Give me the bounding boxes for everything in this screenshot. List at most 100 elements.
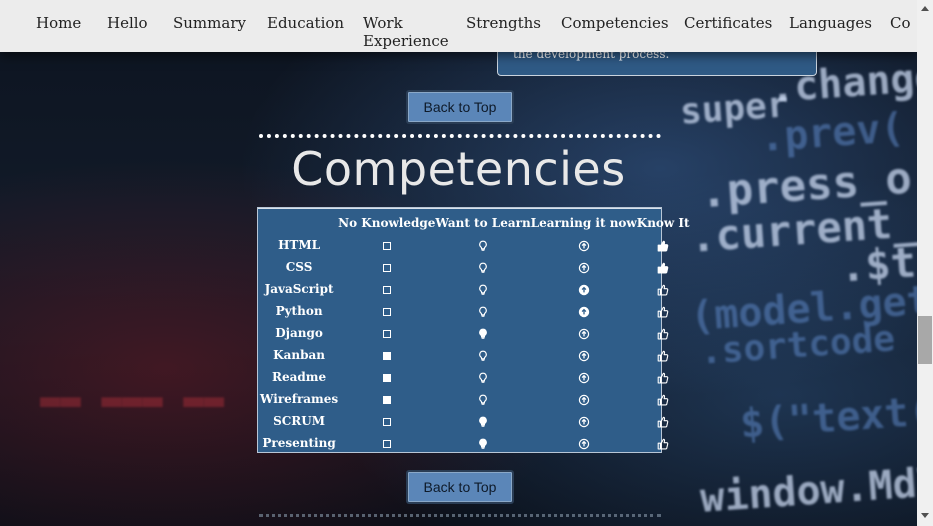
no-knowledge-icon — [382, 307, 391, 316]
nav-education[interactable]: Education — [267, 14, 344, 32]
no-knowledge-icon — [382, 351, 391, 360]
skill-name: Django — [275, 326, 323, 340]
table-row: Kanban — [260, 344, 690, 366]
level-cell — [637, 432, 690, 454]
table-row: JavaScript — [260, 278, 690, 300]
level-cell — [435, 432, 530, 454]
skill-name: JavaScript — [264, 282, 334, 296]
section-divider — [259, 134, 661, 138]
level-cell — [435, 322, 530, 344]
level-cell — [338, 234, 435, 256]
bg-code-line: window.MdTogg — [698, 454, 917, 522]
lightbulb-icon — [479, 372, 487, 383]
nav-strengths[interactable]: Strengths — [466, 14, 541, 32]
lightbulb-icon — [479, 394, 487, 405]
header-know-it: Know It — [636, 216, 690, 230]
level-cell — [531, 366, 637, 388]
nav-work-experience[interactable]: Work Experience — [363, 14, 449, 50]
level-cell — [435, 366, 530, 388]
thumbs-up-icon — [657, 372, 669, 384]
skill-name: HTML — [278, 238, 321, 252]
level-cell — [531, 432, 637, 454]
nav-home[interactable]: Home — [36, 14, 81, 32]
scroll-down-icon[interactable] — [921, 513, 929, 518]
thumbs-up-icon — [657, 394, 669, 406]
thumbs-up-icon — [657, 350, 669, 362]
skill-name: Kanban — [273, 348, 325, 362]
arrow-circle-up-icon — [578, 240, 589, 251]
level-cell — [435, 410, 530, 432]
thumbs-up-icon — [657, 284, 669, 296]
arrow-circle-up-icon — [578, 284, 589, 295]
nav-competencies[interactable]: Competencies — [561, 14, 669, 32]
arrow-circle-up-icon — [578, 372, 589, 383]
level-cell — [338, 410, 435, 432]
nav-hello[interactable]: Hello — [107, 14, 148, 32]
header-learning-now: Learning it now — [530, 216, 637, 230]
table-row: Readme — [260, 366, 690, 388]
level-cell — [637, 234, 690, 256]
no-knowledge-icon — [382, 329, 391, 338]
nav-contact[interactable]: Co — [890, 14, 911, 32]
no-knowledge-icon — [382, 373, 391, 382]
level-cell — [637, 278, 690, 300]
table-row: Presenting — [260, 432, 690, 454]
thumbs-up-icon — [657, 306, 669, 318]
level-cell — [637, 344, 690, 366]
level-cell — [531, 256, 637, 278]
level-cell — [531, 322, 637, 344]
level-cell — [435, 344, 530, 366]
nav-languages[interactable]: Languages — [789, 14, 872, 32]
level-cell — [637, 256, 690, 278]
skill-name: SCRUM — [273, 414, 326, 428]
level-cell — [338, 256, 435, 278]
lightbulb-icon — [479, 306, 487, 317]
level-cell — [435, 300, 530, 322]
thumbs-up-icon — [657, 416, 669, 428]
scroll-up-icon[interactable] — [921, 6, 929, 11]
back-to-top-button[interactable]: Back to Top — [406, 90, 514, 124]
level-cell — [338, 278, 435, 300]
level-cell — [637, 322, 690, 344]
table-body: HTML CSS JavaScript Python Django Kanban Readm… — [260, 234, 690, 454]
lightbulb-icon — [479, 350, 487, 361]
back-to-top-button[interactable]: Back to Top — [406, 470, 514, 504]
level-cell — [435, 278, 530, 300]
nav-summary[interactable]: Summary — [173, 14, 246, 32]
section-divider — [259, 514, 661, 517]
skill-name: Wireframes — [260, 392, 339, 406]
header-skill — [260, 212, 338, 234]
level-cell — [338, 388, 435, 410]
level-cell — [531, 388, 637, 410]
skill-name: CSS — [285, 260, 313, 274]
no-knowledge-icon — [382, 241, 391, 250]
arrow-circle-up-icon — [578, 262, 589, 273]
level-cell — [531, 344, 637, 366]
level-cell — [637, 300, 690, 322]
no-knowledge-icon — [382, 439, 391, 448]
arrow-circle-up-icon — [578, 394, 589, 405]
table-header-row: No Knowledge Want to Learn Learning it n… — [260, 212, 690, 234]
scrollbar-thumb[interactable] — [918, 316, 932, 364]
level-cell — [435, 256, 530, 278]
level-cell — [338, 366, 435, 388]
no-knowledge-icon — [382, 417, 391, 426]
arrow-circle-up-icon — [578, 306, 589, 317]
level-cell — [338, 300, 435, 322]
arrow-circle-up-icon — [578, 328, 589, 339]
header-no-knowledge: No Knowledge — [338, 216, 436, 230]
level-cell — [531, 278, 637, 300]
level-cell — [531, 234, 637, 256]
lightbulb-icon — [479, 416, 487, 427]
no-knowledge-icon — [382, 395, 391, 404]
lightbulb-icon — [479, 328, 487, 339]
lightbulb-icon — [479, 240, 487, 251]
nav-certificates[interactable]: Certificates — [684, 14, 772, 32]
table-row: Wireframes — [260, 388, 690, 410]
skill-name: Python — [275, 304, 323, 318]
bg-code-line: ▬▬ ▬▬▬ ▬▬ — [40, 380, 225, 420]
table-row: HTML — [260, 234, 690, 256]
scrollbar-track[interactable] — [917, 0, 933, 526]
level-cell — [531, 410, 637, 432]
table-row: CSS — [260, 256, 690, 278]
